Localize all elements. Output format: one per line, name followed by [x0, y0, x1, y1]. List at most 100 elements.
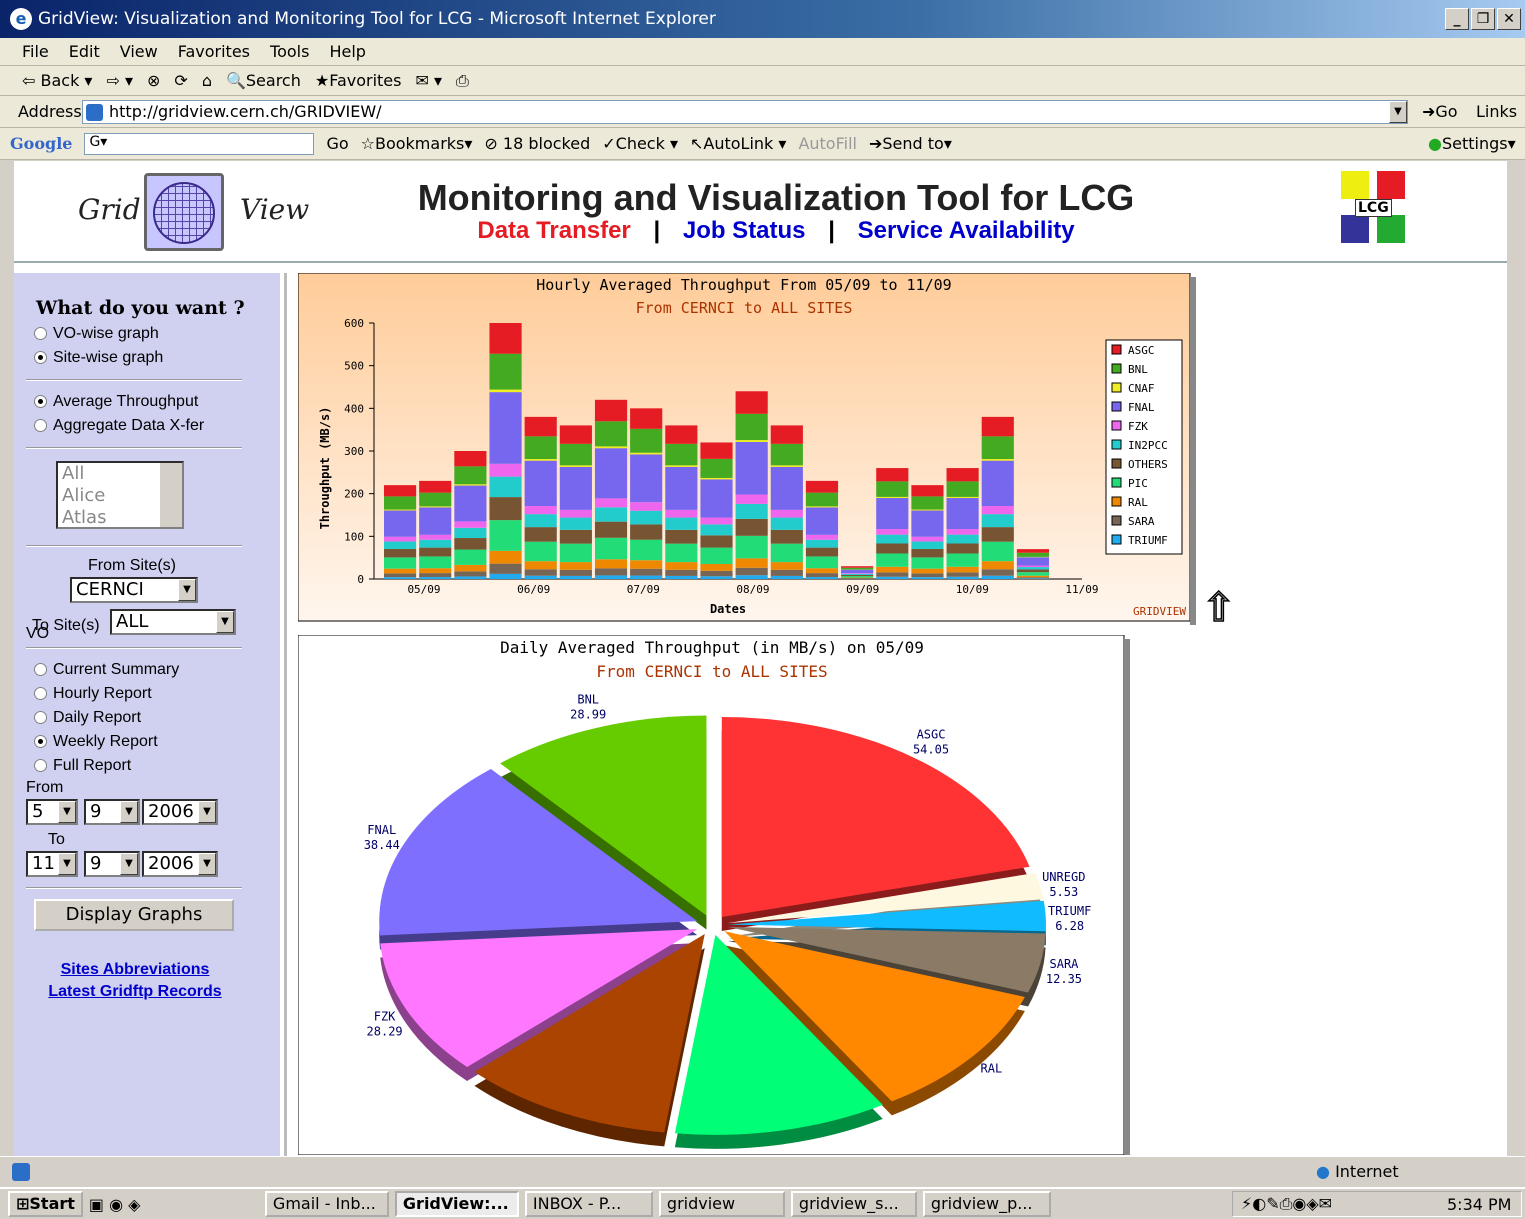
address-dropdown[interactable]: ▼: [1389, 101, 1407, 123]
menu-tools[interactable]: Tools: [270, 42, 309, 61]
from-site-select[interactable]: CERNCI ▼: [70, 577, 198, 603]
from-year-value: 2006: [148, 801, 194, 822]
radio-vo-wise[interactable]: VO-wise graph: [34, 325, 159, 343]
area-segment: [594, 421, 628, 447]
area-segment: [524, 569, 557, 576]
pie-label: RAL: [981, 1062, 1003, 1076]
task-gridview-s[interactable]: gridview_s...: [790, 1191, 917, 1217]
area-segment: [946, 496, 979, 499]
radio-hourly-report[interactable]: Hourly Report: [34, 685, 152, 703]
nav-service-availability[interactable]: Service Availability: [858, 217, 1075, 244]
area-segment: [665, 562, 698, 570]
google-go-button[interactable]: Go: [326, 134, 348, 153]
display-graphs-button[interactable]: Display Graphs: [34, 899, 234, 931]
home-icon[interactable]: ⌂: [202, 71, 212, 90]
legend-swatch: [1111, 363, 1122, 374]
to-year-select[interactable]: 2006 ▼: [142, 851, 218, 877]
area-segment: [665, 517, 698, 530]
nav-job-status[interactable]: Job Status: [683, 217, 806, 244]
mail-icon[interactable]: ✉ ▾: [415, 71, 442, 90]
menu-edit[interactable]: Edit: [69, 42, 100, 61]
area-segment: [384, 573, 417, 578]
y-axis-label: Throughput (MB/s): [318, 407, 332, 530]
to-day-select[interactable]: 11 ▼: [26, 851, 78, 877]
area-segment: [911, 485, 944, 497]
radio-current-summary[interactable]: Current Summary: [34, 661, 179, 679]
y-tick-label: 0: [357, 573, 364, 586]
area-segment: [876, 529, 909, 535]
start-button[interactable]: ⊞Start: [8, 1191, 83, 1217]
nav-data-transfer[interactable]: Data Transfer: [477, 217, 630, 244]
task-gmail[interactable]: Gmail - Inb...: [264, 1191, 389, 1217]
refresh-icon[interactable]: ⟳: [174, 71, 187, 90]
taskbar: ⊞Start ▣ ◉ ◈ Gmail - Inb... GridView:...…: [0, 1187, 1525, 1219]
spellcheck-button[interactable]: ✓Check ▾: [602, 134, 678, 153]
quicklaunch-icons[interactable]: ▣ ◉ ◈: [89, 1195, 259, 1214]
area-segment: [805, 534, 839, 540]
go-button[interactable]: ➜Go: [1422, 102, 1458, 121]
menu-file[interactable]: File: [22, 42, 49, 61]
search-button[interactable]: 🔍Search: [226, 71, 301, 90]
area-segment: [454, 485, 487, 522]
area-segment: [384, 536, 417, 542]
pie-subtitle: From CERNCI to ALL SITES: [596, 662, 827, 681]
task-inbox[interactable]: INBOX - P...: [524, 1191, 653, 1217]
back-to-top-arrow-icon[interactable]: ⇧: [1201, 584, 1236, 632]
tray-icons[interactable]: ⚡◐✎⎙◉◈✉: [1241, 1194, 1332, 1214]
back-button[interactable]: ⇦ Back ▾: [22, 71, 92, 90]
radio-average-throughput[interactable]: Average Throughput: [34, 393, 198, 411]
close-button[interactable]: ✕: [1497, 8, 1521, 30]
sites-abbreviations-link[interactable]: Sites Abbreviations: [14, 961, 256, 979]
print-icon[interactable]: ⎙: [456, 71, 469, 91]
menu-view[interactable]: View: [120, 42, 158, 61]
autolink-button[interactable]: ↖AutoLink ▾: [690, 134, 786, 153]
bookmarks-button[interactable]: ☆Bookmarks▾: [361, 134, 473, 153]
legend-label: RAL: [1128, 496, 1148, 509]
zone-label: Internet: [1335, 1162, 1399, 1181]
autofill-button[interactable]: AutoFill: [798, 134, 857, 153]
from-day-select[interactable]: 5 ▼: [26, 799, 78, 825]
area-segment: [805, 480, 839, 493]
menu-favorites[interactable]: Favorites: [178, 42, 250, 61]
minimize-button[interactable]: _: [1445, 8, 1469, 30]
vo-listbox[interactable]: All Alice Atlas: [56, 461, 184, 529]
google-search-input[interactable]: G▾: [84, 132, 315, 155]
settings-button[interactable]: ●Settings▾: [1428, 134, 1516, 153]
system-tray: ⚡◐✎⎙◉◈✉ 5:34 PM: [1232, 1191, 1522, 1217]
address-input[interactable]: http://gridview.cern.ch/GRIDVIEW/ ▼: [82, 100, 1408, 124]
header-nav: Data Transfer | Job Status | Service Ava…: [326, 217, 1226, 245]
area-segment: [384, 509, 417, 511]
restore-button[interactable]: ❐: [1471, 8, 1495, 30]
task-gridview-p[interactable]: gridview_p...: [922, 1191, 1051, 1217]
radio-daily-report[interactable]: Daily Report: [34, 709, 141, 727]
from-year-select[interactable]: 2006 ▼: [142, 799, 218, 825]
stop-icon[interactable]: ⊗: [147, 71, 160, 90]
radio-full-report[interactable]: Full Report: [34, 757, 131, 775]
y-tick-label: 200: [344, 488, 364, 501]
menu-help[interactable]: Help: [329, 42, 365, 61]
latest-gridftp-link[interactable]: Latest Gridftp Records: [14, 983, 256, 1001]
area-segment: [770, 569, 803, 576]
area-segment: [841, 574, 874, 577]
forward-button[interactable]: ⇨ ▾: [106, 71, 133, 90]
area-segment: [559, 443, 592, 466]
from-month-select[interactable]: 9 ▼: [84, 799, 140, 825]
area-segment: [384, 568, 417, 574]
radio-site-wise[interactable]: Site-wise graph: [34, 349, 163, 367]
nav-separator: |: [828, 217, 835, 244]
radio-label: Hourly Report: [53, 685, 152, 702]
to-month-select[interactable]: 9 ▼: [84, 851, 140, 877]
area-segment: [981, 575, 1014, 579]
sendto-button[interactable]: ➔Send to▾: [869, 134, 952, 153]
area-segment: [946, 481, 979, 497]
links-button[interactable]: Links: [1476, 102, 1517, 121]
radio-weekly-report[interactable]: Weekly Report: [34, 733, 158, 751]
pie-label: 38.44: [364, 838, 400, 852]
popup-blocked-button[interactable]: ⊘ 18 blocked: [484, 134, 590, 153]
task-gridview[interactable]: GridView:...: [394, 1191, 519, 1217]
to-site-select[interactable]: ALL ▼: [110, 609, 236, 635]
listbox-scrollbar[interactable]: [160, 463, 182, 527]
favorites-button[interactable]: ★Favorites: [315, 71, 402, 90]
task-gridview-folder[interactable]: gridview: [658, 1191, 785, 1217]
radio-aggregate-xfer[interactable]: Aggregate Data X-fer: [34, 417, 204, 435]
